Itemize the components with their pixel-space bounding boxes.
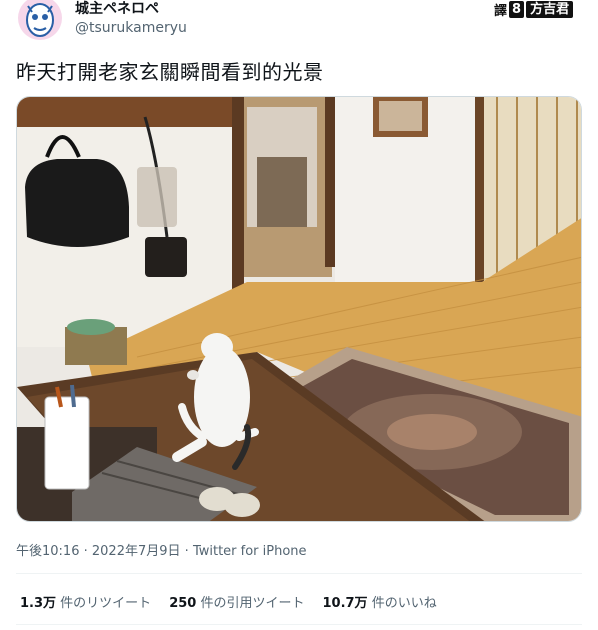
avatar[interactable] [16,0,64,40]
tweet-source[interactable]: Twitter for iPhone [193,544,307,559]
divider [16,573,582,574]
retweets-stat[interactable]: 1.3万 件のリツイート [20,592,151,611]
display-name[interactable]: 城主ペネロペ [75,0,159,18]
cat-avatar-icon [18,0,62,40]
likes-stat[interactable]: 10.7万 件のいいね [322,592,436,611]
quotes-stat[interactable]: 250 件の引用ツイート [169,592,304,611]
meta-separator: · [184,544,189,559]
meta-separator: · [83,544,88,559]
quotes-label: 件の引用ツイート [200,596,305,611]
entrance-cat-photo [17,97,581,521]
translator-label-b: 方吉君 [526,1,574,18]
tweet-photo[interactable] [16,96,582,522]
tweet-date[interactable]: 2022年7月9日 [92,544,181,559]
translator-label-a: 譯 [494,4,508,19]
user-handle[interactable]: @tsurukameryu [75,19,187,37]
divider [16,624,582,625]
tweet-time[interactable]: 午後10:16 [16,544,79,559]
retweets-label: 件のリツイート [60,596,152,611]
quotes-count: 250 [169,596,197,611]
translator-number: 8 [509,1,525,18]
retweets-count: 1.3万 [20,596,57,611]
tweet-stats: 1.3万 件のリツイート 250 件の引用ツイート 10.7万 件のいいね [20,592,437,611]
likes-count: 10.7万 [322,596,368,611]
likes-label: 件のいいね [371,596,437,611]
tweet-text: 昨天打開老家玄關瞬間看到的光景 [16,60,324,84]
tweet-meta: 午後10:16 · 2022年7月9日 · Twitter for iPhone [16,540,307,559]
translator-badge: 譯 8 方吉君 [494,0,574,19]
